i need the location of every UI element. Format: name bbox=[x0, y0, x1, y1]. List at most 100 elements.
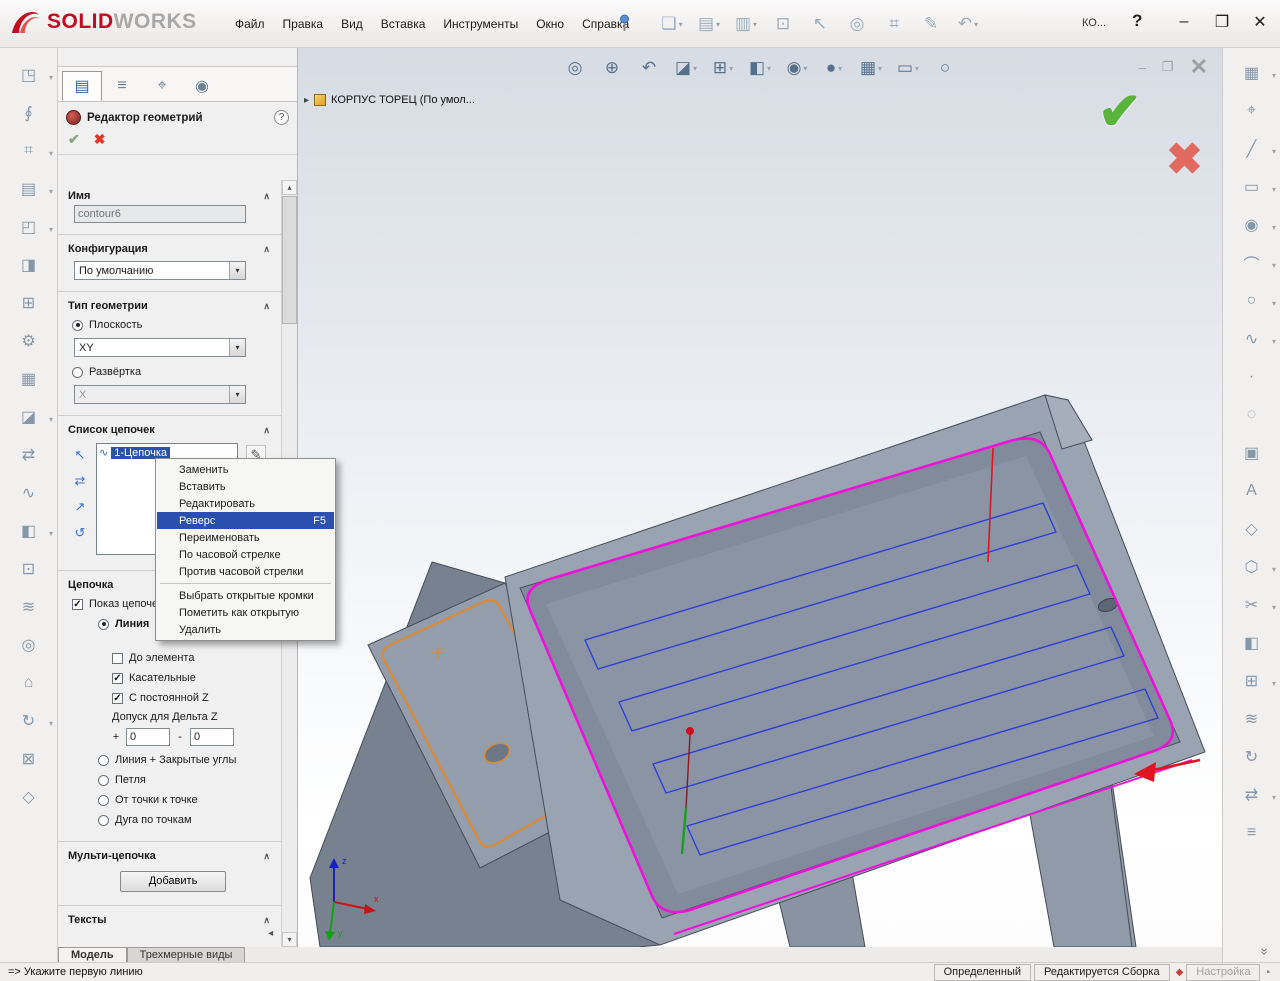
point-icon[interactable]: ∙▾ bbox=[1223, 358, 1280, 396]
collapse-icon[interactable]: ∧ bbox=[263, 915, 274, 926]
polygon-icon[interactable]: ⬡ ▾ bbox=[1223, 548, 1280, 586]
minimize-button[interactable]: – bbox=[1170, 8, 1198, 36]
arc-icon[interactable]: ⌒ ▾ bbox=[1223, 244, 1280, 282]
print-button[interactable]: ⊡▾ bbox=[767, 9, 799, 39]
scrollbar-thumb[interactable] bbox=[282, 196, 297, 324]
mirror-icon[interactable]: ◧▾ bbox=[1223, 624, 1280, 662]
doc-restore-button[interactable]: ❐ bbox=[1162, 59, 1174, 75]
unfold-radio[interactable]: Развёртка bbox=[72, 362, 274, 382]
to-element-checkbox[interactable]: До элемента bbox=[112, 648, 274, 668]
rectangle-icon[interactable]: ▭ ▾ bbox=[1223, 168, 1280, 206]
spline-icon[interactable]: ∿ ▾ bbox=[1223, 320, 1280, 358]
construction-circle-icon[interactable]: ◌▾ bbox=[1223, 396, 1280, 434]
plane-select[interactable]: XY ▾ bbox=[74, 338, 246, 357]
tab-configurations[interactable]: ≡ bbox=[102, 71, 142, 101]
ctx-separator[interactable] bbox=[160, 583, 331, 584]
pick-chain-icon[interactable]: ↗ bbox=[70, 497, 90, 517]
spline-tool-icon[interactable]: ∿▾ bbox=[0, 474, 57, 512]
cross-box-icon[interactable]: ⊠▾ bbox=[0, 740, 57, 778]
collapse-icon[interactable]: ∧ bbox=[263, 301, 274, 312]
model-3d[interactable] bbox=[298, 48, 1222, 947]
ctx-replace[interactable]: Заменить bbox=[157, 461, 334, 478]
tab-properties[interactable]: ▤ bbox=[62, 71, 102, 101]
box-icon[interactable]: ◰ ▾ bbox=[0, 208, 57, 246]
doc-close-button[interactable]: ✕ bbox=[1190, 54, 1208, 80]
loop-radio[interactable]: Петля bbox=[98, 770, 274, 790]
tab-dimxpert[interactable]: ⌖ bbox=[142, 71, 182, 101]
new-document-button[interactable]: ❏ ▾ bbox=[656, 9, 688, 39]
previous-view-button[interactable]: ↶▾ bbox=[635, 54, 663, 82]
expand-tree-icon[interactable]: ▸ bbox=[304, 95, 309, 106]
ctx-insert[interactable]: Вставить bbox=[157, 478, 334, 495]
unfold-select[interactable]: X ▾ bbox=[74, 385, 246, 404]
rotate-tool-icon[interactable]: ↻ ▾ bbox=[0, 702, 57, 740]
confirm-cancel-icon[interactable]: ✖ bbox=[1166, 134, 1203, 185]
sketch-icon[interactable]: ▦ ▾ bbox=[1223, 54, 1280, 92]
view-orientation-button[interactable]: ⊞ ▾ bbox=[709, 54, 737, 82]
sphere-button[interactable]: ○▾ bbox=[931, 54, 959, 82]
copy-geometry-icon[interactable]: ⌗ ▾ bbox=[0, 132, 57, 170]
home-icon[interactable]: ⌂▾ bbox=[0, 664, 57, 702]
close-button[interactable]: ✕ bbox=[1246, 8, 1274, 36]
target-box-icon[interactable]: ⊡▾ bbox=[0, 550, 57, 588]
confirm-ok-icon[interactable]: ✔ bbox=[1098, 82, 1142, 142]
pattern-icon[interactable]: ▦▾ bbox=[0, 360, 57, 398]
part-icon[interactable]: ▤ ▾ bbox=[0, 170, 57, 208]
tab-model[interactable]: Модель bbox=[58, 947, 127, 962]
edit-appearance-button[interactable]: ● ▾ bbox=[820, 54, 848, 82]
linear-pattern-icon[interactable]: ⊞ ▾ bbox=[1223, 662, 1280, 700]
plane-icon[interactable]: ◇▾ bbox=[1223, 510, 1280, 548]
feature-tree-breadcrumb[interactable]: ▸ КОРПУС ТОРЕЦ (По умол... bbox=[304, 94, 475, 106]
measure-button[interactable]: ⌗▾ bbox=[878, 9, 910, 39]
chevron-down-icon[interactable]: ▾ bbox=[229, 339, 245, 356]
more-tools-icon[interactable]: » bbox=[1230, 923, 1273, 981]
offset-icon[interactable]: ≋▾ bbox=[1223, 700, 1280, 738]
section-icon[interactable]: ◪ ▾ bbox=[0, 398, 57, 436]
restore-button[interactable]: ❐ bbox=[1208, 8, 1236, 36]
configuration-select[interactable]: По умолчанию ▾ bbox=[74, 261, 246, 280]
select-button[interactable]: ↖▾ bbox=[804, 9, 836, 39]
panel-help-icon[interactable]: ? bbox=[274, 110, 289, 125]
undo-button[interactable]: ↶ ▾ bbox=[952, 9, 984, 39]
convert-entities-icon[interactable]: ↻▾ bbox=[1223, 738, 1280, 776]
view-settings-button[interactable]: ▭ ▾ bbox=[894, 54, 922, 82]
chevron-down-icon[interactable]: ▾ bbox=[229, 262, 245, 279]
line-icon[interactable]: ╱ ▾ bbox=[1223, 130, 1280, 168]
tab-3d-views[interactable]: Трехмерные виды bbox=[126, 947, 246, 962]
text-icon[interactable]: А▾ bbox=[1223, 472, 1280, 510]
menu-insert[interactable]: Вставка bbox=[372, 13, 435, 35]
undo-chain-icon[interactable]: ↺ bbox=[70, 523, 90, 543]
assembly-name[interactable]: КОРПУС ТОРЕЦ (По умол... bbox=[331, 94, 475, 106]
smart-dimension-icon[interactable]: ⌖▾ bbox=[1223, 92, 1280, 130]
menu-view[interactable]: Вид bbox=[332, 13, 372, 35]
waves-icon[interactable]: ≋▾ bbox=[0, 588, 57, 626]
paperclip-icon[interactable]: ∮▾ bbox=[0, 94, 57, 132]
menu-tools[interactable]: Инструменты bbox=[434, 13, 527, 35]
ctx-edit[interactable]: Редактировать bbox=[157, 495, 334, 512]
cancel-button[interactable]: ✖ bbox=[94, 131, 106, 148]
menu-window[interactable]: Окно bbox=[527, 13, 573, 35]
scroll-down-icon[interactable]: ▾ bbox=[282, 932, 297, 947]
trim-scissors-icon[interactable]: ✂ ▾ bbox=[1223, 586, 1280, 624]
collapse-icon[interactable]: ∧ bbox=[263, 851, 274, 862]
section-view-button[interactable]: ◪ ▾ bbox=[672, 54, 700, 82]
tolerance-plus-input[interactable] bbox=[126, 728, 170, 746]
ok-button[interactable]: ✔ bbox=[68, 131, 80, 148]
select-chain-icon[interactable]: ↖ bbox=[70, 445, 90, 465]
swap-chain-icon[interactable]: ⇄ bbox=[70, 471, 90, 491]
sketch-button[interactable]: ✎▾ bbox=[915, 9, 947, 39]
collapse-icon[interactable]: ∧ bbox=[263, 425, 274, 436]
origin-point[interactable] bbox=[686, 727, 694, 735]
apply-scene-button[interactable]: ▦ ▾ bbox=[857, 54, 885, 82]
zoom-fit-button[interactable]: ◎▾ bbox=[561, 54, 589, 82]
collapse-icon[interactable]: ∧ bbox=[263, 244, 274, 255]
name-input[interactable] bbox=[74, 205, 246, 223]
extrude-icon[interactable]: ⊞▾ bbox=[0, 284, 57, 322]
plane-radio[interactable]: Плоскость bbox=[72, 315, 274, 335]
ctx-select-open-edges[interactable]: Выбрать открытые кромки bbox=[157, 587, 334, 604]
grid-icon[interactable]: ≡▾ bbox=[1223, 814, 1280, 852]
ctx-clockwise[interactable]: По часовой стрелке bbox=[157, 546, 334, 563]
ctx-rename[interactable]: Переименовать bbox=[157, 529, 334, 546]
slot-icon[interactable]: ▣▾ bbox=[1223, 434, 1280, 472]
circle-tool-icon[interactable]: ◎▾ bbox=[0, 626, 57, 664]
